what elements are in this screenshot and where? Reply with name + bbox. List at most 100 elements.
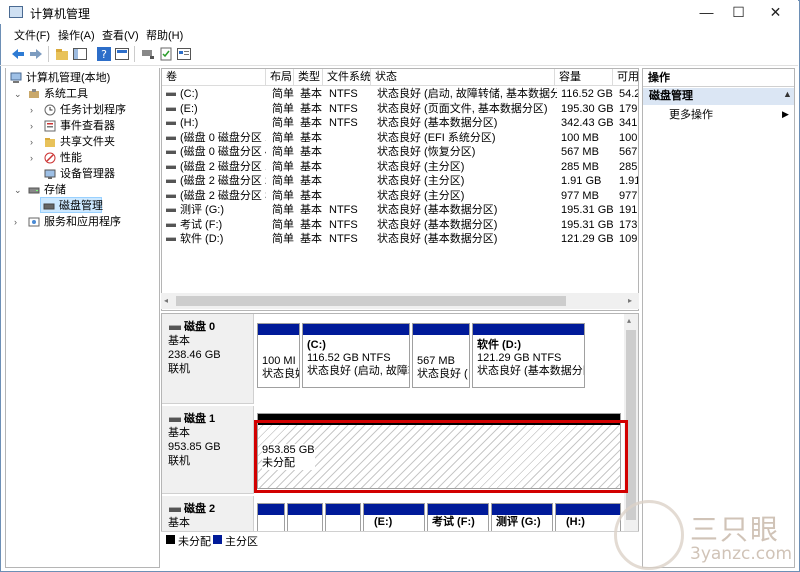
table-cell: (磁盘 2 磁盘分区 2): [180, 175, 266, 187]
primary-swatch: [213, 535, 222, 544]
scrollbar-thumb[interactable]: [176, 296, 566, 306]
tree-item-event-viewer[interactable]: › 事件查看器: [8, 118, 158, 134]
scroll-up-icon[interactable]: ▴: [627, 316, 631, 325]
tree-label-services: 服务和应用程序: [44, 216, 121, 228]
tree-item-shared-folders[interactable]: › 共享文件夹: [8, 134, 158, 150]
column-header-free[interactable]: 可用: [613, 69, 638, 86]
tree-item-disk-management[interactable]: 磁盘管理: [40, 197, 103, 213]
show-hide-tree-icon[interactable]: [72, 46, 88, 62]
computer-management-icon: [9, 6, 23, 18]
actions-section-disk-management[interactable]: 磁盘管理: [643, 88, 794, 105]
disk-0-status: 联机: [168, 363, 190, 375]
table-row[interactable]: (E:) 简单 基本 NTFS 状态良好 (页面文件, 基本数据分区) 195.30 GB…: [162, 102, 638, 117]
partition-recovery[interactable]: 567 MB 状态良好 (: [412, 323, 470, 388]
navigation-tree: 计算机管理(本地) ⌄ 系统工具 › 任务计划程序 › 事件查看器 › 共享文件…: [5, 68, 160, 568]
disk-0-type: 基本: [168, 335, 190, 347]
tools-icon: [29, 89, 39, 98]
column-header-filesystem[interactable]: 文件系统: [323, 69, 371, 86]
back-arrow-icon[interactable]: [10, 46, 26, 62]
disk-1-status: 联机: [168, 455, 190, 467]
up-folder-icon[interactable]: [54, 46, 70, 62]
tree-item-performance[interactable]: › 性能: [8, 150, 158, 166]
column-header-capacity[interactable]: 容量: [555, 69, 613, 86]
expand-right-icon[interactable]: ›: [30, 134, 40, 150]
menu-view[interactable]: 查看(V): [102, 27, 139, 43]
partition-d[interactable]: 软件 (D:) 121.29 GB NTFS 状态良好 (基本数据分区: [472, 323, 585, 388]
partition-efi[interactable]: 100 MI状态良好: [257, 323, 300, 388]
table-row[interactable]: 考试 (F:) 简单 基本 NTFS 状态良好 (基本数据分区) 195.31 GB 173…: [162, 218, 639, 233]
tree-item-services[interactable]: › 服务和应用程序: [8, 214, 158, 230]
table-row[interactable]: (H:) 简单 基本 NTFS 状态良好 (基本数据分区) 342.43 GB 341.: [162, 116, 639, 131]
forward-arrow-icon[interactable]: [28, 46, 44, 62]
disk-0-info[interactable]: 磁盘 0 基本 238.46 GB 联机: [162, 314, 254, 404]
legend-primary: 主分区: [225, 536, 258, 548]
column-header-volume[interactable]: 卷: [162, 69, 266, 86]
tree-item-system-tools[interactable]: ⌄ 系统工具: [8, 86, 158, 102]
table-row[interactable]: (磁盘 2 磁盘分区 1) 简单 基本 状态良好 (主分区) 285 MB 285: [162, 160, 638, 175]
table-cell: 测评 (G:): [180, 204, 224, 216]
table-cell: 341.: [619, 117, 639, 129]
table-cell: 简单: [272, 204, 294, 216]
column-header-status[interactable]: 状态: [371, 69, 555, 86]
tree-item-root[interactable]: 计算机管理(本地): [8, 70, 158, 86]
menu-file[interactable]: 文件(F): [14, 27, 50, 43]
more-actions-item[interactable]: 更多操作: [669, 108, 713, 122]
tree-item-task-scheduler[interactable]: › 任务计划程序: [8, 102, 158, 118]
svg-text:?: ?: [101, 48, 107, 61]
expand-right-icon[interactable]: ›: [30, 102, 40, 118]
expand-down-icon[interactable]: ⌄: [14, 182, 24, 198]
table-row[interactable]: (磁盘 2 磁盘分区 3) 简单 基本 状态良好 (主分区) 977 MB 977: [162, 189, 638, 204]
table-cell: (磁盘 0 磁盘分区 1): [180, 131, 266, 144]
menu-action[interactable]: 操作(A): [58, 27, 95, 43]
tree-item-device-manager[interactable]: 设备管理器: [8, 166, 158, 182]
table-cell: 基本: [300, 233, 322, 245]
actions-header: 操作: [643, 69, 794, 87]
expand-right-icon[interactable]: ›: [14, 214, 24, 230]
properties-icon[interactable]: [114, 46, 130, 62]
menu-help[interactable]: 帮助(H): [146, 27, 183, 43]
close-button[interactable]: ✕: [753, 0, 798, 24]
table-row[interactable]: 软件 (D:) 简单 基本 NTFS 状态良好 (基本数据分区) 121.29 GB 109…: [162, 232, 638, 247]
connect-icon[interactable]: [140, 46, 156, 62]
scroll-right-icon[interactable]: ▸: [628, 296, 632, 305]
table-cell: 状态良好 (主分区): [377, 175, 465, 187]
window-title: 计算机管理: [30, 7, 91, 21]
column-header-type[interactable]: 类型: [294, 69, 323, 86]
disk-1-type: 基本: [168, 427, 190, 439]
table-cell: 342.43 GB: [561, 117, 614, 129]
disk-1-info[interactable]: 磁盘 1 基本 953.85 GB 联机: [162, 406, 254, 494]
storage-icon: [28, 187, 40, 194]
actions-pane: 操作 磁盘管理 ▲ 更多操作 ▶: [642, 68, 795, 568]
partition-c[interactable]: (C:) 116.52 GB NTFS 状态良好 (启动, 故障转: [302, 323, 410, 388]
watermark-text: 三只眼: [690, 513, 781, 546]
partition-name: (H:): [566, 516, 585, 528]
volume-icon: [166, 193, 176, 198]
collapse-up-icon[interactable]: ▲: [783, 89, 792, 99]
partition-name: (C:): [307, 339, 326, 351]
table-cell: 状态良好 (恢复分区): [377, 146, 476, 158]
legend-bar: 未分配 主分区: [161, 531, 639, 548]
table-cell: 简单: [272, 160, 294, 173]
table-cell: 基本: [300, 204, 322, 216]
tree-item-storage[interactable]: ⌄ 存储: [8, 182, 158, 198]
column-header-layout[interactable]: 布局: [266, 69, 294, 86]
scroll-left-icon[interactable]: ◂: [164, 296, 168, 305]
expand-right-icon[interactable]: ›: [30, 118, 40, 134]
table-cell: 173.: [619, 218, 639, 231]
table-row[interactable]: (磁盘 0 磁盘分区 4) 简单 基本 状态良好 (恢复分区) 567 MB 567: [162, 145, 638, 160]
expand-down-icon[interactable]: ⌄: [14, 86, 24, 102]
legend-unallocated: 未分配: [178, 536, 211, 548]
checklist-icon[interactable]: [158, 46, 174, 62]
expand-right-icon[interactable]: ›: [30, 150, 40, 166]
table-cell: 简单: [272, 233, 294, 245]
console-icon[interactable]: [176, 46, 192, 62]
table-cell: 基本: [300, 146, 322, 158]
volume-icon: [166, 121, 176, 125]
table-cell: 100 MB: [561, 131, 599, 144]
table-row[interactable]: (C:) 简单 基本 NTFS 状态良好 (启动, 故障转储, 基本数据分区) 116.5…: [162, 87, 638, 102]
table-row[interactable]: (磁盘 0 磁盘分区 1) 简单 基本 状态良好 (EFI 系统分区) 100 MB 10…: [162, 131, 638, 146]
table-row[interactable]: (磁盘 2 磁盘分区 2) 简单 基本 状态良好 (主分区) 1.91 GB 1.91: [162, 174, 638, 189]
table-row[interactable]: 测评 (G:) 简单 基本 NTFS 状态良好 (基本数据分区) 195.31 GB 191…: [162, 203, 638, 218]
help-icon[interactable]: ?: [96, 46, 112, 62]
disk-0-size: 238.46 GB: [168, 349, 221, 361]
